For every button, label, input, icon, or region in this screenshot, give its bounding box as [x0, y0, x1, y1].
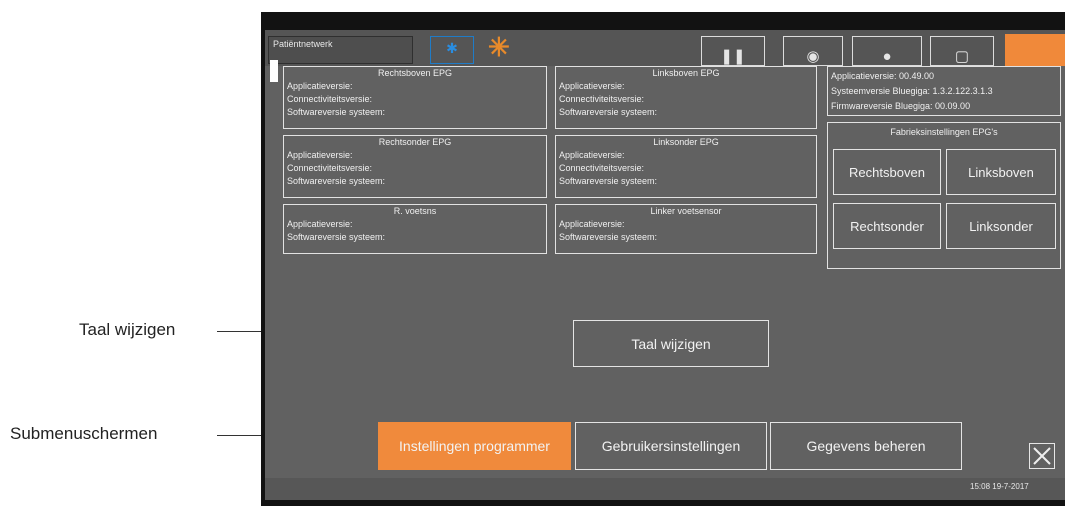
panel-line: Softwareversie systeem:: [559, 232, 658, 242]
panel-line: Applicatieversie:: [287, 150, 353, 160]
system-info-line: Systeemversie Bluegiga: 1.3.2.122.3.1.3: [831, 86, 993, 96]
user-icon: ●: [882, 48, 892, 65]
panel-line: Connectiviteitsversie:: [287, 163, 373, 173]
factory-rechtsonder-button[interactable]: Rechtsonder: [833, 203, 941, 249]
signal-icon: ◉: [806, 48, 820, 65]
factory-rechtsboven-button[interactable]: Rechtsboven: [833, 149, 941, 195]
tab-instellingen-programmer[interactable]: Instellingen programmer: [378, 422, 571, 470]
bluetooth-button[interactable]: ✱: [430, 36, 474, 64]
tab-gebruikersinstellingen[interactable]: Gebruikersinstellingen: [575, 422, 767, 470]
panel-line: Applicatieversie:: [287, 81, 353, 91]
panel-title: Rechtsonder EPG: [378, 137, 452, 147]
screen: Patiëntnetwerk ✱ ✳ ❚❚ ◉ ● ▢ Rechtsboven …: [265, 30, 1065, 500]
factory-linksboven-button[interactable]: Linksboven: [946, 149, 1056, 195]
window-button[interactable]: ▢: [930, 36, 994, 66]
close-icon: [1033, 447, 1051, 465]
left-edge-tab: [270, 60, 278, 82]
patient-network-label: Patiëntnetwerk: [273, 39, 333, 49]
system-info-line: Applicatieversie: 00.49.00: [831, 71, 935, 81]
user-button[interactable]: ●: [852, 36, 922, 66]
panel-title: Linksonder EPG: [653, 137, 719, 147]
panel-line: Connectiviteitsversie:: [559, 163, 645, 173]
callout-taal-wijzigen: Taal wijzigen: [79, 320, 176, 339]
language-button[interactable]: Taal wijzigen: [573, 320, 769, 367]
logo: ✳: [488, 32, 510, 62]
panel-linksboven-epg: Linksboven EPG Applicatieversie: Connect…: [555, 66, 817, 129]
panel-rechtsboven-epg: Rechtsboven EPG Applicatieversie: Connec…: [283, 66, 547, 129]
panel-line: Applicatieversie:: [287, 219, 353, 229]
signal-button[interactable]: ◉: [783, 36, 843, 66]
panel-line: Softwareversie systeem:: [559, 176, 658, 186]
close-button[interactable]: [1029, 443, 1055, 469]
panel-line: Softwareversie systeem:: [287, 107, 386, 117]
window-icon: ▢: [954, 48, 970, 65]
panel-line: Applicatieversie:: [559, 219, 625, 229]
tab-gegevens-beheren[interactable]: Gegevens beheren: [770, 422, 962, 470]
panel-rechtsonder-epg: Rechtsonder EPG Applicatieversie: Connec…: [283, 135, 547, 198]
panel-line: Applicatieversie:: [559, 81, 625, 91]
panel-line: Softwareversie systeem:: [559, 107, 658, 117]
panel-line: Connectiviteitsversie:: [559, 94, 645, 104]
panel-line: Connectiviteitsversie:: [287, 94, 373, 104]
status-bar: [265, 478, 1065, 500]
panel-line: Applicatieversie:: [559, 150, 625, 160]
panel-linksonder-epg: Linksonder EPG Applicatieversie: Connect…: [555, 135, 817, 198]
status-time: 15:08 19-7-2017: [970, 482, 1029, 491]
panel-title: Rechtsboven EPG: [377, 68, 453, 78]
panel-system-info: Applicatieversie: 00.49.00 Systeemversie…: [827, 66, 1061, 116]
patient-network-field[interactable]: Patiëntnetwerk: [268, 36, 413, 64]
panel-line: Softwareversie systeem:: [287, 232, 386, 242]
panel-linker-voetsensor: Linker voetsensor Applicatieversie: Soft…: [555, 204, 817, 254]
panel-line: Softwareversie systeem:: [287, 176, 386, 186]
callout-submenuschermen: Submenuschermen: [10, 424, 158, 443]
factory-title: Fabrieksinstellingen EPG's: [890, 127, 998, 137]
panel-title: Linksboven EPG: [652, 68, 720, 78]
factory-linksonder-button[interactable]: Linksonder: [946, 203, 1056, 249]
panel-title: R. voetsns: [393, 206, 437, 216]
top-bar: Patiëntnetwerk ✱ ✳ ❚❚ ◉ ● ▢: [265, 30, 1065, 66]
bluetooth-icon: ✱: [446, 40, 458, 56]
device-frame: Patiëntnetwerk ✱ ✳ ❚❚ ◉ ● ▢ Rechtsboven …: [261, 12, 1065, 506]
system-info-line: Firmwareversie Bluegiga: 00.09.00: [831, 101, 971, 111]
menu-button[interactable]: [1005, 34, 1065, 66]
panel-r-voetsensor: R. voetsns Applicatieversie: Softwarever…: [283, 204, 547, 254]
pause-icon: ❚❚: [720, 48, 746, 65]
panel-title: Linker voetsensor: [650, 206, 722, 216]
pause-button[interactable]: ❚❚: [701, 36, 765, 66]
